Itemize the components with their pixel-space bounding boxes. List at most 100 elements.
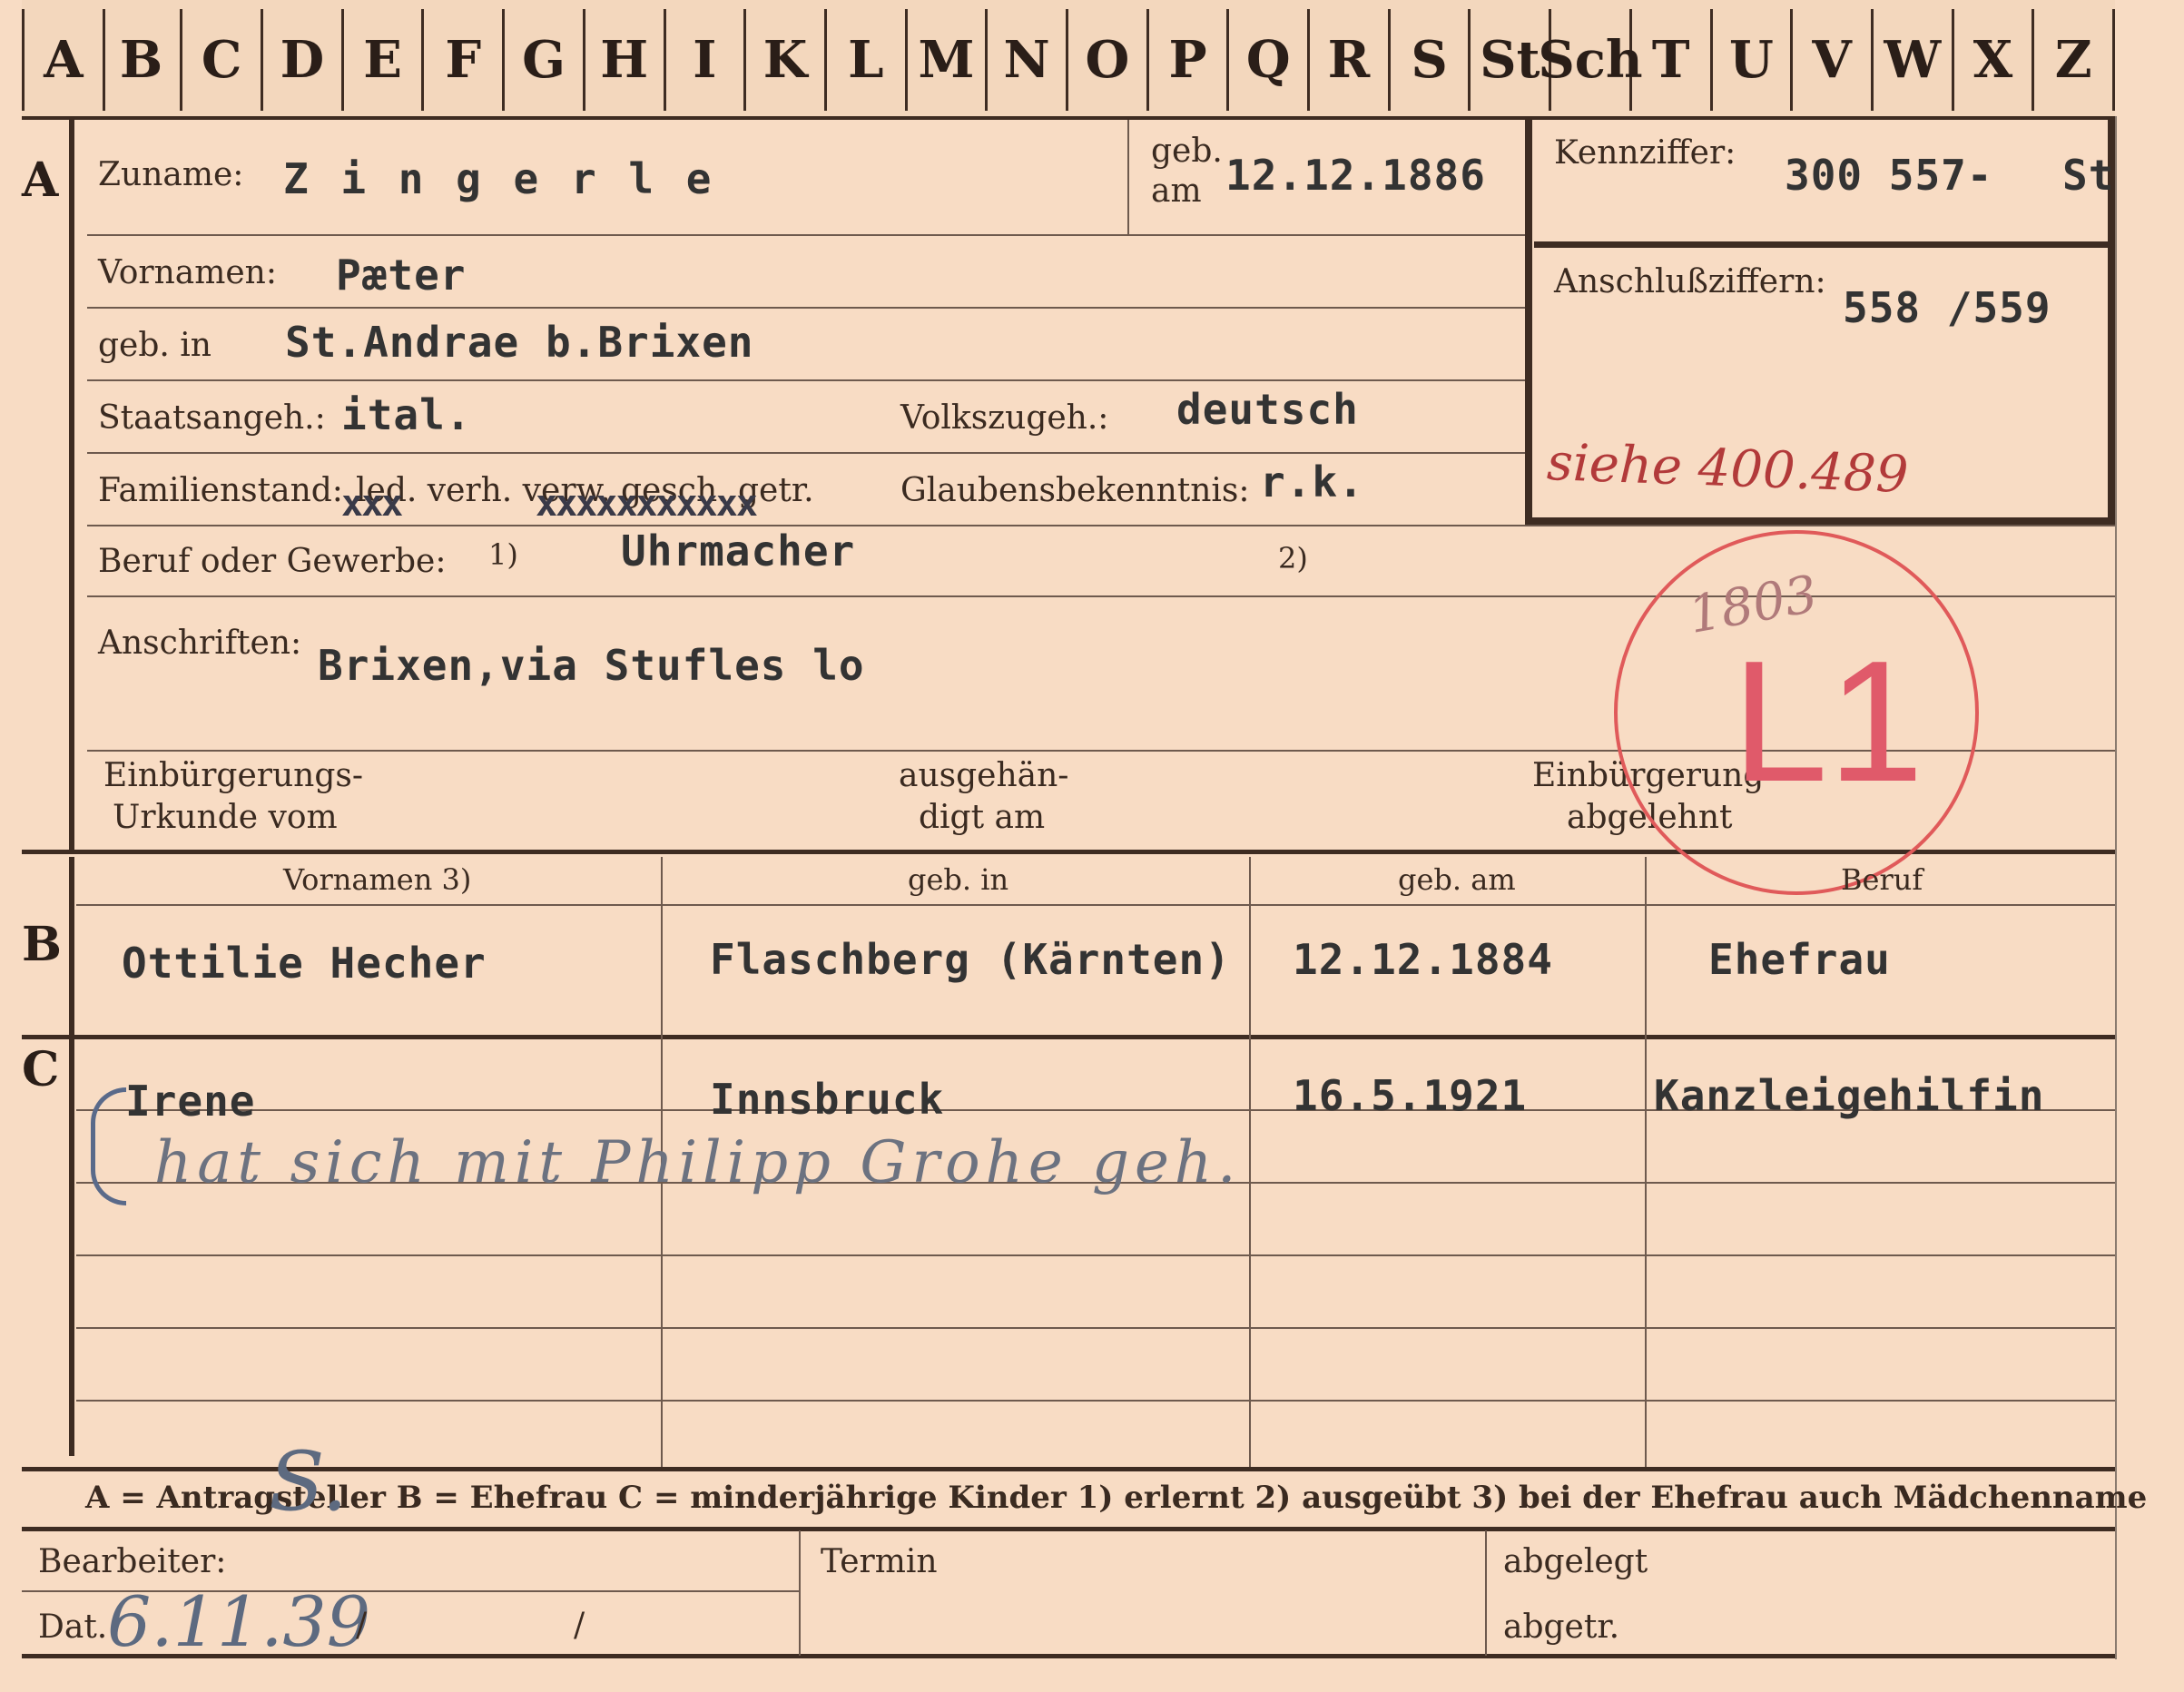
- alphabet-tab[interactable]: X: [1954, 9, 2035, 111]
- anschluss-label: Anschlußziffern:: [1554, 263, 1826, 300]
- child-name: Irene: [125, 1077, 256, 1126]
- firstname-label: Vornamen:: [98, 254, 277, 291]
- left-border: [69, 116, 74, 850]
- header-firstnames: Vornamen 3): [283, 862, 472, 897]
- alphabet-tab[interactable]: D: [263, 9, 344, 111]
- born-on-value: 12.12.1886: [1225, 151, 1486, 200]
- alphabet-tab[interactable]: H: [585, 9, 666, 111]
- address-value: Brixen,via Stufles lo: [318, 641, 865, 690]
- alphabet-tab[interactable]: K: [746, 9, 827, 111]
- handed-out-label-1: ausgehän-: [899, 757, 1069, 794]
- date-slash-1: /: [356, 1607, 368, 1644]
- birthplace-label: geb. in: [98, 327, 212, 364]
- column-divider: [1645, 857, 1647, 1467]
- alphabet-tab[interactable]: F: [424, 9, 506, 111]
- header-profession: Beruf: [1841, 862, 1923, 897]
- naturalization-doc-label-2: Urkunde vom: [113, 799, 338, 836]
- citizenship-value: ital.: [341, 390, 472, 439]
- child-birthdate: 16.5.1921: [1293, 1071, 1528, 1120]
- kennziffer-suffix: St: [2062, 151, 2115, 200]
- child-handwritten-note: hat sich mit Philipp Grohe geh.: [154, 1129, 1242, 1196]
- born-on-label-1: geb.: [1151, 133, 1223, 170]
- marital-strike-1: xxx: [341, 483, 403, 525]
- surname-value: Z i n g e r l e: [283, 154, 715, 203]
- processor-value: S.: [269, 1434, 349, 1530]
- rule-line: [87, 307, 1525, 309]
- deadline-label: Termin: [821, 1543, 938, 1580]
- left-border-lower: [69, 857, 74, 1456]
- anschluss-value: 558 /559: [1843, 283, 2051, 332]
- section-c-marker: C: [22, 1042, 60, 1097]
- alphabet-tab[interactable]: M: [908, 9, 989, 111]
- marital-strike-2: xxxxxxxxxxx: [536, 483, 758, 525]
- alphabet-tab[interactable]: U: [1713, 9, 1794, 111]
- column-divider: [1249, 857, 1251, 1467]
- birthdate-separator: [1127, 120, 1129, 234]
- alphabet-tab[interactable]: E: [344, 9, 425, 111]
- alphabet-tab[interactable]: R: [1310, 9, 1391, 111]
- birthplace-value: St.Andrae b.Brixen: [285, 318, 754, 367]
- religion-label: Glaubensbekenntnis:: [900, 472, 1250, 509]
- right-border: [2115, 116, 2117, 1659]
- ethnicity-value: deutsch: [1176, 385, 1359, 434]
- alphabet-tab[interactable]: A: [22, 9, 105, 111]
- kennziffer-label: Kennziffer:: [1554, 134, 1736, 172]
- divider-b-c: [22, 1035, 2115, 1039]
- spouse-name: Ottilie Hecher: [122, 939, 487, 988]
- column-divider: [799, 1530, 801, 1656]
- address-label: Anschriften:: [98, 625, 302, 662]
- naturalization-doc-label-1: Einbürgerungs-: [103, 757, 364, 794]
- date-slash-2: /: [574, 1607, 585, 1644]
- religion-value: r.k.: [1260, 457, 1364, 507]
- header-birthdate: geb. am: [1398, 862, 1516, 897]
- legend: A = Antragsteller B = Ehefrau C = minder…: [85, 1480, 2148, 1516]
- filed-label: abgelegt: [1503, 1543, 1648, 1580]
- rule-line: [76, 904, 2115, 906]
- alphabet-tab[interactable]: G: [505, 9, 585, 111]
- alphabet-tab[interactable]: O: [1068, 9, 1149, 111]
- registration-card: A B C D E F G H I K L M N O P Q R S St Sch T U V W X Z A B C Zuna…: [0, 0, 2184, 1692]
- spouse-birthplace: Flaschberg (Kärnten): [710, 935, 1231, 984]
- child-profession: Kanzleigehilfin: [1654, 1071, 2045, 1120]
- marital-label: Familienstand:: [98, 472, 343, 509]
- profession-value: Uhrmacher: [621, 526, 856, 575]
- column-divider: [1485, 1530, 1487, 1656]
- rule-line: [87, 234, 1525, 236]
- alphabet-tab[interactable]: S: [1391, 9, 1471, 111]
- rule-line: [87, 452, 1525, 454]
- alphabet-tab[interactable]: C: [182, 9, 264, 111]
- rule-line: [87, 525, 2115, 526]
- alphabet-tab[interactable]: N: [988, 9, 1068, 111]
- surname-label: Zuname:: [98, 156, 244, 193]
- bracket-mark: [91, 1087, 126, 1205]
- profession-label: Beruf oder Gewerbe:: [98, 543, 447, 580]
- alphabet-tab[interactable]: Q: [1229, 9, 1311, 111]
- sent-label: abgetr.: [1503, 1608, 1620, 1646]
- alphabet-tab[interactable]: B: [103, 9, 183, 111]
- stamp-mark: L1: [1732, 625, 1924, 818]
- alphabet-tab[interactable]: Sch: [1538, 9, 1643, 111]
- rule-line: [76, 1400, 2115, 1402]
- anschluss-note: siehe 400.489: [1545, 433, 1910, 505]
- born-on-label-2: am: [1151, 172, 1202, 210]
- alphabet-tab[interactable]: T: [1632, 9, 1713, 111]
- alphabet-tab[interactable]: Z: [2034, 9, 2115, 111]
- spouse-profession: Ehefrau: [1708, 935, 1891, 984]
- identifier-box-divider: [1534, 241, 2115, 248]
- section-b-marker: B: [22, 917, 62, 972]
- firstname-value: Pæter: [336, 251, 467, 300]
- alphabet-tab[interactable]: L: [827, 9, 908, 111]
- alphabet-tab[interactable]: P: [1149, 9, 1230, 111]
- rule-line: [76, 1254, 2115, 1256]
- child-birthplace: Innsbruck: [710, 1075, 945, 1124]
- handed-out-label-2: digt am: [919, 799, 1046, 836]
- alphabet-tab[interactable]: V: [1793, 9, 1874, 111]
- date-value: 6.11.39: [107, 1581, 371, 1662]
- alphabet-tab[interactable]: I: [666, 9, 747, 111]
- processor-label: Bearbeiter:: [38, 1543, 227, 1580]
- spouse-birthdate: 12.12.1884: [1293, 935, 1553, 984]
- rule-line: [76, 1327, 2115, 1329]
- header-birthplace: geb. in: [908, 862, 1009, 897]
- alphabet-tab[interactable]: W: [1874, 9, 1954, 111]
- citizenship-label: Staatsangeh.:: [98, 399, 326, 437]
